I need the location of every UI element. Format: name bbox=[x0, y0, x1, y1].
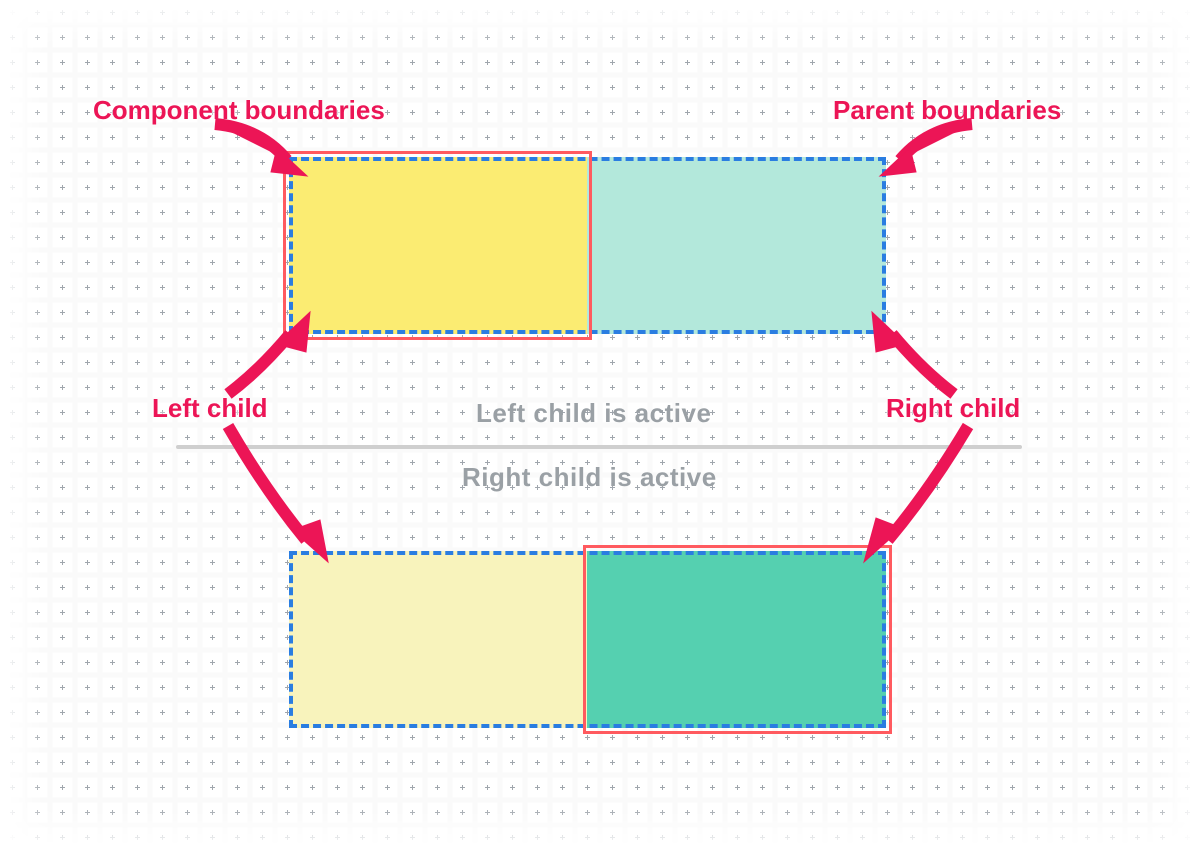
bottom-component-boundary bbox=[583, 545, 892, 734]
diagram-canvas: Left child is active Right child is acti… bbox=[0, 0, 1200, 853]
arrow-right-child-down bbox=[840, 420, 990, 570]
arrow-right-child-up bbox=[852, 300, 972, 400]
caption-top: Left child is active bbox=[476, 398, 711, 429]
arrow-parent-boundaries bbox=[872, 118, 982, 188]
arrow-left-child-down bbox=[210, 420, 350, 570]
caption-bottom: Right child is active bbox=[462, 462, 717, 493]
arrow-left-child-up bbox=[210, 300, 330, 400]
arrow-component-boundaries bbox=[205, 118, 315, 188]
